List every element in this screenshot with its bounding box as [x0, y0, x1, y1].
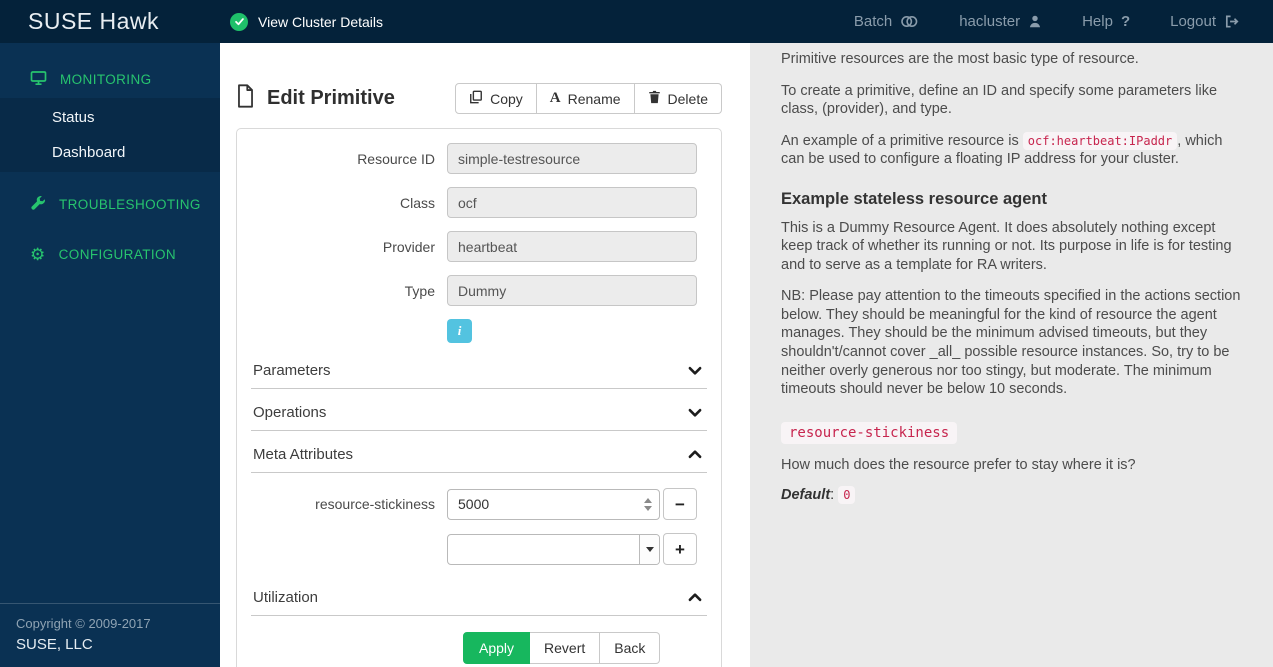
resource-actions: Copy A Rename Delete — [455, 83, 722, 114]
help-paragraph: An example of a primitive resource is oc… — [781, 131, 1223, 168]
meta-attribute-label: resource-stickiness — [315, 496, 435, 512]
page-title: Edit Primitive — [236, 83, 395, 114]
resource-id-label: Resource ID — [357, 150, 435, 167]
type-field[interactable] — [447, 275, 697, 306]
rename-button[interactable]: A Rename — [536, 83, 635, 114]
main-content: Edit Primitive Copy A Rename Delete Reso… — [220, 43, 750, 667]
question-icon: ? — [1120, 13, 1131, 30]
page-title-label: Edit Primitive — [267, 87, 395, 109]
resource-stickiness-input-wrap — [447, 488, 660, 520]
sidebar-submenu-monitoring: Status Dashboard — [0, 98, 220, 172]
trash-icon — [648, 90, 661, 107]
topbar: SUSE Hawk View Cluster Details Batch hac… — [0, 0, 1273, 43]
attribute-description: How much does the resource prefer to sta… — [781, 456, 1136, 473]
username-label: hacluster — [959, 13, 1021, 30]
sidebar-monitoring-label: MONITORING — [60, 72, 152, 87]
default-value-line: Default: 0 — [781, 486, 1243, 505]
rename-icon: A — [549, 90, 561, 106]
help-heading: Example stateless resource agent — [781, 189, 1047, 208]
provider-field[interactable] — [447, 231, 697, 262]
form-actions: Apply Revert Back — [463, 632, 721, 664]
sidebar-configuration-label: CONFIGURATION — [58, 247, 177, 262]
cluster-status[interactable]: View Cluster Details — [230, 12, 384, 31]
monitor-icon — [30, 70, 47, 89]
copyright-text: Copyright © 2009-2017 — [16, 616, 151, 631]
info-button[interactable]: i — [447, 319, 472, 343]
chevron-up-icon — [687, 591, 703, 604]
add-attribute-button[interactable]: + — [663, 533, 697, 565]
sign-out-icon — [1224, 14, 1239, 29]
type-label: Type — [404, 282, 435, 299]
default-value-code: 0 — [838, 486, 856, 505]
back-button[interactable]: Back — [600, 632, 661, 664]
class-field[interactable] — [447, 187, 697, 218]
help-paragraph: To create a primitive, define an ID and … — [781, 82, 1218, 118]
new-attribute-select[interactable] — [447, 533, 660, 565]
sidebar-item-troubleshooting[interactable]: TROUBLESHOOTING — [0, 186, 220, 223]
chevron-down-icon — [687, 364, 703, 377]
caret-down-icon — [645, 546, 654, 552]
sidebar-troubleshooting-label: TROUBLESHOOTING — [59, 197, 201, 212]
inline-code: ocf:heartbeat:IPaddr — [1022, 131, 1178, 150]
chevron-up-icon — [687, 448, 703, 461]
attribute-code-badge: resource-stickiness — [781, 421, 958, 444]
logout-button[interactable]: Logout — [1170, 13, 1239, 30]
topnav: Batch hacluster Help ? Logout — [854, 13, 1273, 30]
section-parameters[interactable]: Parameters — [251, 351, 707, 389]
logout-label: Logout — [1170, 13, 1216, 30]
user-menu[interactable]: hacluster — [959, 13, 1042, 30]
help-label: Help — [1082, 13, 1113, 30]
help-panel: Primitive resources are the most basic t… — [750, 43, 1273, 667]
class-label: Class — [399, 194, 435, 211]
section-meta-attributes[interactable]: Meta Attributes — [251, 435, 707, 473]
chevron-down-icon — [687, 406, 703, 419]
cluster-status-label: View Cluster Details — [258, 13, 384, 30]
help-paragraph: Primitive resources are the most basic t… — [781, 51, 1139, 67]
batch-label: Batch — [853, 13, 893, 30]
copy-button[interactable]: Copy — [455, 83, 537, 114]
wrench-icon — [30, 195, 46, 214]
provider-label: Provider — [382, 238, 435, 255]
new-attribute-value — [448, 535, 639, 564]
sidebar-item-monitoring[interactable]: MONITORING — [0, 61, 220, 98]
gear-icon: ⚙ — [30, 245, 46, 264]
section-utilization[interactable]: Utilization — [251, 578, 707, 616]
edit-primitive-form: Resource ID Class Provider Type i Parame… — [236, 128, 722, 667]
section-operations[interactable]: Operations — [251, 393, 707, 431]
help-menu[interactable]: Help ? — [1082, 13, 1130, 30]
apply-button[interactable]: Apply — [463, 632, 531, 664]
sidebar: MONITORING Status Dashboard TROUBLESHOOT… — [0, 43, 220, 667]
revert-button[interactable]: Revert — [530, 632, 601, 664]
dropdown-caret-button[interactable] — [639, 534, 659, 564]
toggle-icon — [900, 14, 919, 29]
sidebar-item-configuration[interactable]: ⚙ CONFIGURATION — [0, 237, 220, 272]
remove-attribute-button[interactable]: − — [663, 488, 697, 520]
copy-icon — [469, 90, 483, 107]
company-name: SUSE, LLC — [16, 636, 93, 653]
app-logo[interactable]: SUSE Hawk — [0, 8, 220, 35]
help-paragraph: This is a Dummy Resource Agent. It does … — [781, 219, 1232, 273]
delete-button[interactable]: Delete — [634, 83, 722, 114]
resource-stickiness-input[interactable] — [448, 496, 637, 512]
document-icon — [236, 83, 255, 114]
user-icon — [1028, 14, 1042, 29]
number-spinner[interactable] — [637, 497, 659, 511]
sidebar-item-dashboard[interactable]: Dashboard — [0, 135, 220, 170]
help-paragraph: NB: Please pay attention to the timeouts… — [781, 288, 1241, 398]
sidebar-item-status[interactable]: Status — [0, 100, 220, 135]
batch-menu[interactable]: Batch — [854, 13, 919, 30]
check-circle-icon — [230, 12, 248, 31]
resource-id-field[interactable] — [447, 143, 697, 174]
sidebar-footer: Copyright © 2009-2017 SUSE, LLC — [0, 603, 220, 667]
